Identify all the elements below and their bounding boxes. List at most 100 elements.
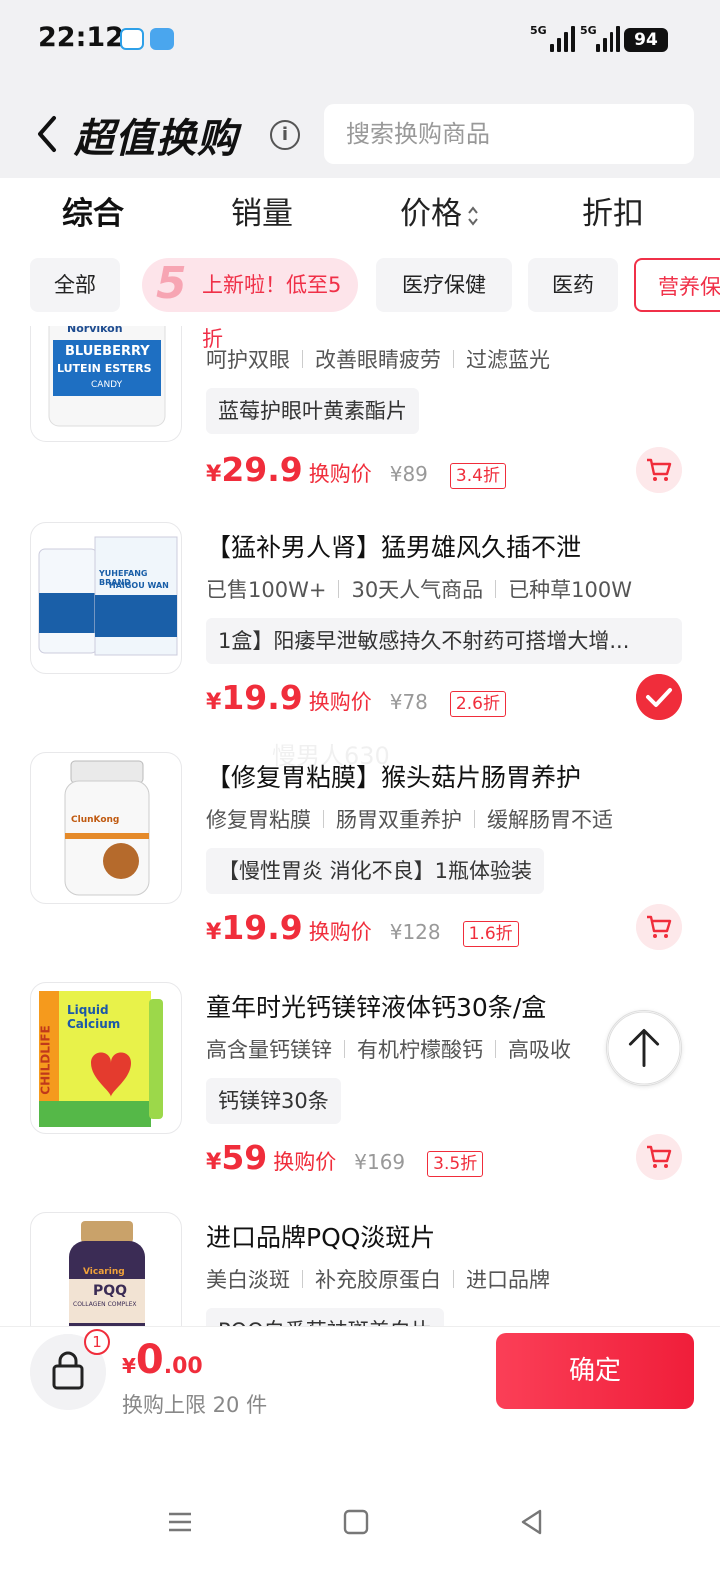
list-item[interactable]: Norvikon BLUEBERRY LUTEIN ESTERS CANDY 呵… xyxy=(0,326,720,496)
product-image: Vicaring PQQ COLLAGEN COMPLEX xyxy=(30,1212,182,1326)
product-tag: 缓解肠胃不适 xyxy=(487,808,613,832)
image-line1-text: PQQ xyxy=(93,1283,128,1299)
network-type-2: 5G xyxy=(580,24,597,37)
price: ¥19.9 xyxy=(206,678,303,717)
status-bar: 22:12 5G 5G 94 xyxy=(0,0,720,80)
selected-check-icon[interactable] xyxy=(636,674,682,720)
product-tag: 肠胃双重养护 xyxy=(336,808,462,832)
product-tag: 补充胶原蛋白 xyxy=(315,1268,441,1292)
image-line2-text: HAIGOU WAN xyxy=(109,581,169,590)
product-title: 进口品牌PQQ淡斑片 xyxy=(206,1223,436,1252)
image-brand-text: ClunKong xyxy=(71,815,120,825)
discount-badge: 3.5折 xyxy=(427,1151,484,1177)
total-price: ¥0.00 xyxy=(122,1337,203,1383)
price: ¥29.9 xyxy=(206,450,303,489)
product-tag: 30天人气商品 xyxy=(351,578,484,602)
list-item[interactable]: Vicaring PQQ COLLAGEN COMPLEX 进口品牌PQQ淡斑片… xyxy=(0,1212,720,1326)
chip-medical-care[interactable]: 医疗保健 xyxy=(376,258,512,312)
tab-sales[interactable]: 销量 xyxy=(231,188,293,233)
product-image: Norvikon BLUEBERRY LUTEIN ESTERS CANDY xyxy=(30,326,182,442)
price-row: ¥19.9 换购价 ¥78 2.6折 xyxy=(206,678,506,722)
original-price: ¥128 xyxy=(389,920,441,944)
image-brand-text: Vicaring xyxy=(83,1267,125,1277)
price-row: ¥29.9 换购价 ¥89 3.4折 xyxy=(206,450,506,494)
confirm-button[interactable]: 确定 xyxy=(496,1333,694,1409)
product-tag: 修复胃粘膜 xyxy=(206,808,311,832)
image-line1-text: Liquid xyxy=(67,1003,109,1017)
chip-medicine[interactable]: 医药 xyxy=(528,258,618,312)
back-to-top-icon[interactable] xyxy=(606,1010,682,1086)
tab-price-label: 价格 xyxy=(400,196,462,232)
tab-comprehensive[interactable]: 综合 xyxy=(62,188,124,233)
home-icon[interactable] xyxy=(342,1508,370,1536)
tab-discount[interactable]: 折扣 xyxy=(582,188,644,233)
list-item[interactable]: CHILDLIFE Liquid Calcium 童年时光钙镁锌液体钙30条/盒… xyxy=(0,982,720,1212)
discount-badge: 3.4折 xyxy=(449,463,506,489)
product-tags: 呵护双眼 改善眼睛疲劳 过滤蓝光 xyxy=(206,344,550,374)
menu-icon[interactable] xyxy=(166,1508,194,1536)
weather-app-icon xyxy=(150,28,174,50)
header: 超值换购 i 搜索换购商品 xyxy=(0,96,720,172)
promo-five-icon: 5 xyxy=(156,258,187,309)
product-tag: 改善眼睛疲劳 xyxy=(315,348,441,372)
product-spec-chip: PQQ白番茄祛斑美白片 xyxy=(206,1308,444,1326)
list-item[interactable]: ClunKong 【修复胃粘膜】猴头菇片肠胃养护 修复胃粘膜 肠胃双重养护 缓解… xyxy=(0,752,720,982)
list-item[interactable]: YUHEFANG BRAND HAIGOU WAN 【猛补男人肾】猛男雄风久插不… xyxy=(0,522,720,752)
tab-price[interactable]: 价格 xyxy=(400,188,480,233)
exchange-limit-text: 换购上限 20 件 xyxy=(122,1393,268,1417)
product-image: CHILDLIFE Liquid Calcium xyxy=(30,982,182,1134)
product-tags: 高含量钙镁锌 有机柠檬酸钙 高吸收 xyxy=(206,1034,571,1064)
network-type-1: 5G xyxy=(530,24,547,37)
cart-count-badge: 1 xyxy=(84,1329,110,1355)
add-to-cart-icon[interactable] xyxy=(636,904,682,950)
info-icon[interactable]: i xyxy=(270,120,300,150)
product-tag: 高含量钙镁锌 xyxy=(206,1038,332,1062)
product-tag: 有机柠檬酸钙 xyxy=(357,1038,483,1062)
discount-badge: 2.6折 xyxy=(449,691,506,717)
product-spec-chip: 钙镁锌30条 xyxy=(206,1078,341,1124)
product-title: 童年时光钙镁锌液体钙30条/盒 xyxy=(206,993,547,1022)
product-image: YUHEFANG BRAND HAIGOU WAN xyxy=(30,522,182,674)
image-line1-text: BLUEBERRY xyxy=(65,344,150,359)
add-to-cart-icon[interactable] xyxy=(636,447,682,493)
battery-icon: 94 xyxy=(624,28,668,52)
chip-promo[interactable]: 5 上新啦！低至5折 xyxy=(142,258,358,351)
product-spec-chip: 1盒】阳痿早泄敏感持久不射药可搭增大增... xyxy=(206,618,682,664)
image-brand-text: Norvikon xyxy=(67,326,123,335)
image-line2-text: Calcium xyxy=(67,1017,121,1031)
price: ¥59 xyxy=(206,1138,268,1177)
search-input[interactable]: 搜索换购商品 xyxy=(324,104,694,164)
filter-chips: 全部 5 上新啦！低至5折 医疗保健 医药 营养保 xyxy=(0,256,720,351)
price-label: 换购价 xyxy=(308,920,372,944)
back-arrow-icon[interactable] xyxy=(32,112,62,156)
system-nav-bar xyxy=(0,1484,720,1564)
product-tag: 高吸收 xyxy=(508,1038,571,1062)
add-to-cart-icon[interactable] xyxy=(636,1134,682,1180)
product-tags: 修复胃粘膜 肠胃双重养护 缓解肠胃不适 xyxy=(206,804,613,834)
status-time: 22:12 xyxy=(38,22,124,53)
original-price: ¥89 xyxy=(389,462,428,486)
sort-caret-icon xyxy=(468,205,478,226)
product-spec-chip: 【慢性胃炎 消化不良】1瓶体验装 xyxy=(206,848,545,894)
nav-back-icon[interactable] xyxy=(518,1508,546,1536)
sort-tabs: 综合 销量 价格 折扣 xyxy=(0,178,720,242)
product-tag: 已种草100W xyxy=(508,578,633,602)
bottom-bar: 1 ¥0.00 换购上限 20 件 确定 xyxy=(0,1326,720,1426)
image-line2-text: LUTEIN ESTERS xyxy=(57,362,152,375)
price-row: ¥59 换购价 ¥169 3.5折 xyxy=(206,1138,484,1182)
chip-all[interactable]: 全部 xyxy=(30,258,120,312)
product-image: ClunKong xyxy=(30,752,182,904)
price-label: 换购价 xyxy=(273,1150,337,1174)
price-label: 换购价 xyxy=(308,462,372,486)
original-price: ¥78 xyxy=(389,690,428,714)
product-tags: 已售100W+ 30天人气商品 已种草100W xyxy=(206,574,632,604)
product-tag: 已售100W+ xyxy=(206,578,327,602)
product-title: 【猛补男人肾】猛男雄风久插不泄 xyxy=(206,533,582,562)
page-title: 超值换购 xyxy=(74,116,238,162)
chip-nutrition[interactable]: 营养保 xyxy=(634,258,720,312)
product-tag: 过滤蓝光 xyxy=(466,348,550,372)
original-price: ¥169 xyxy=(354,1150,406,1174)
price: ¥19.9 xyxy=(206,908,303,947)
image-brand-text: CHILDLIFE xyxy=(38,1025,53,1095)
signal-icon-2: 5G xyxy=(580,24,620,52)
